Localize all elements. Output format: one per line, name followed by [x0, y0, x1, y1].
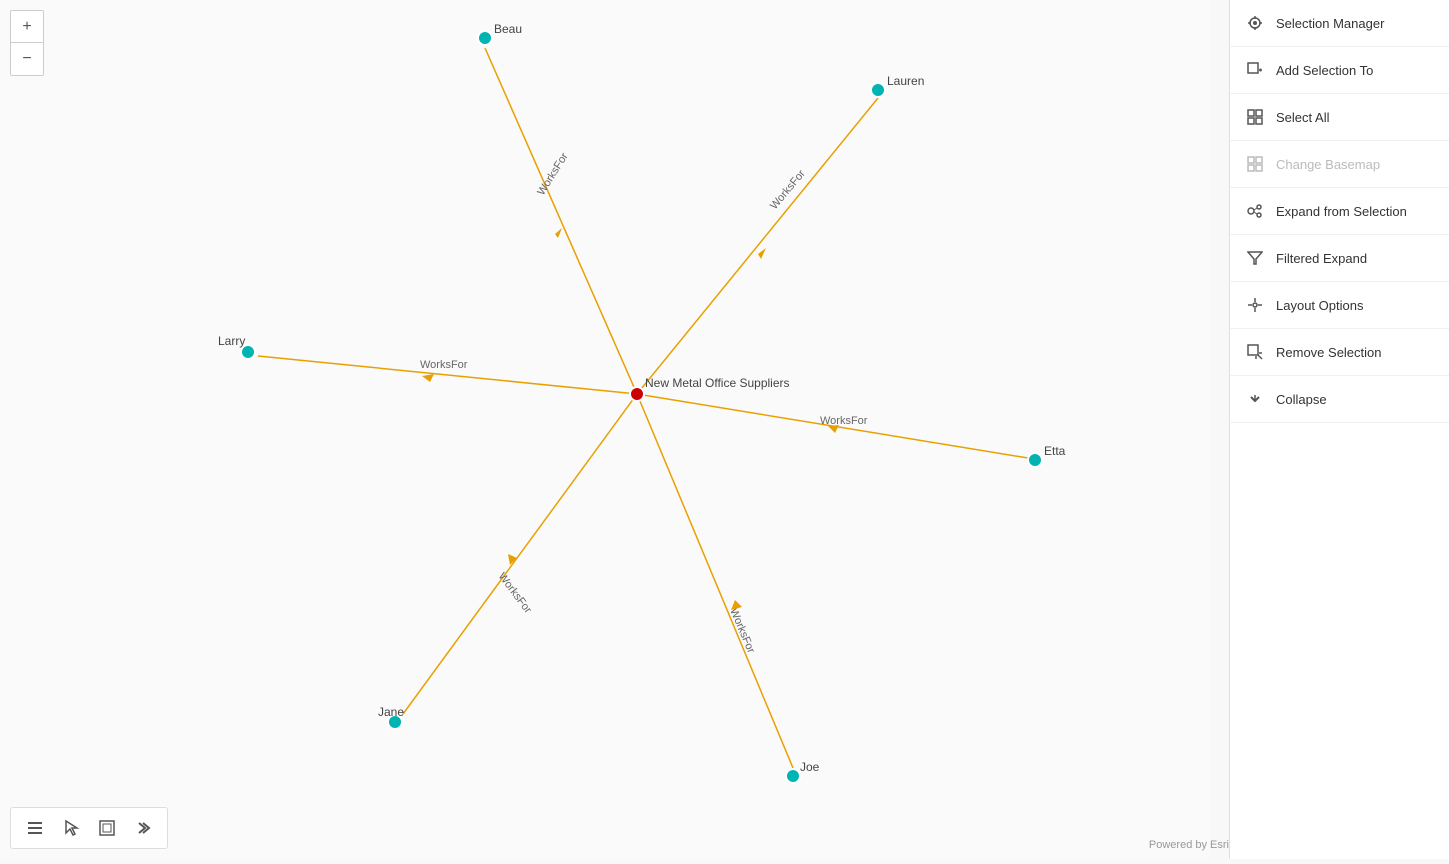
frame-button[interactable]: [91, 812, 123, 844]
edge-label-larry: WorksFor: [420, 359, 468, 371]
remove-selection-label: Remove Selection: [1276, 345, 1382, 360]
graph-svg: WorksFor WorksFor WorksFor WorksFor Work…: [0, 0, 1210, 859]
expand-toolbar-button[interactable]: [127, 812, 159, 844]
edge-jane: [403, 394, 637, 714]
change-basemap-label: Change Basemap: [1276, 157, 1380, 172]
basemap-icon: [1246, 155, 1264, 173]
graph-canvas[interactable]: WorksFor WorksFor WorksFor WorksFor Work…: [0, 0, 1210, 859]
remove-selection-icon: [1246, 343, 1264, 361]
panel-item-add-selection[interactable]: Add Selection To: [1230, 47, 1449, 94]
list-icon: [26, 819, 44, 837]
zoom-in-button[interactable]: +: [11, 11, 43, 43]
filter-icon: [1246, 249, 1264, 267]
arrow-beau: [555, 228, 562, 238]
label-beau: Beau: [494, 22, 522, 36]
node-lauren[interactable]: [871, 83, 885, 97]
center-node-label: New Metal Office Suppliers: [645, 376, 790, 390]
label-jane: Jane: [378, 705, 404, 719]
panel-item-selection-manager[interactable]: Selection Manager: [1230, 0, 1449, 47]
arrow-etta: [828, 425, 839, 433]
select-all-label: Select All: [1276, 110, 1329, 125]
arrow-lauren: [758, 248, 766, 259]
node-joe[interactable]: [786, 769, 800, 783]
layout-options-label: Layout Options: [1276, 298, 1363, 313]
collapse-label: Collapse: [1276, 392, 1327, 407]
selection-manager-label: Selection Manager: [1276, 16, 1384, 31]
label-lauren: Lauren: [887, 74, 924, 88]
edge-label-jane: WorksFor: [496, 571, 534, 616]
right-panel: Selection Manager Add Selection To Selec…: [1229, 0, 1449, 859]
expand-selection-icon: [1246, 202, 1264, 220]
node-beau[interactable]: [478, 31, 492, 45]
node-etta[interactable]: [1028, 453, 1042, 467]
edge-beau: [485, 48, 637, 394]
edge-joe: [637, 394, 793, 768]
panel-item-expand-selection[interactable]: Expand from Selection: [1230, 188, 1449, 235]
center-node[interactable]: [630, 387, 644, 401]
list-view-button[interactable]: [19, 812, 51, 844]
bottom-toolbar: [10, 807, 168, 849]
panel-item-change-basemap: Change Basemap: [1230, 141, 1449, 188]
zoom-controls: + −: [10, 10, 44, 76]
panel-item-select-all[interactable]: Select All: [1230, 94, 1449, 141]
collapse-icon: [1246, 390, 1264, 408]
esri-credit: Powered by Esri: [1149, 839, 1229, 851]
zoom-out-button[interactable]: −: [11, 43, 43, 75]
panel-item-layout-options[interactable]: Layout Options: [1230, 282, 1449, 329]
filtered-expand-label: Filtered Expand: [1276, 251, 1367, 266]
panel-item-collapse[interactable]: Collapse: [1230, 376, 1449, 423]
edge-label-lauren: WorksFor: [768, 168, 808, 212]
arrow-joe: [731, 600, 742, 610]
edge-label-etta: WorksFor: [820, 415, 868, 427]
panel-item-filtered-expand[interactable]: Filtered Expand: [1230, 235, 1449, 282]
expand-selection-label: Expand from Selection: [1276, 204, 1407, 219]
chevron-right-icon: [134, 819, 152, 837]
add-selection-icon: [1246, 61, 1264, 79]
label-etta: Etta: [1044, 444, 1066, 458]
select-all-icon: [1246, 108, 1264, 126]
label-joe: Joe: [800, 760, 820, 774]
arrow-larry: [422, 374, 434, 382]
panel-item-remove-selection[interactable]: Remove Selection: [1230, 329, 1449, 376]
add-selection-label: Add Selection To: [1276, 63, 1373, 78]
select-icon: [62, 819, 80, 837]
label-larry: Larry: [218, 334, 245, 348]
selection-manager-icon: [1246, 14, 1264, 32]
frame-icon: [98, 819, 116, 837]
edge-lauren: [637, 98, 878, 394]
layout-icon: [1246, 296, 1264, 314]
select-tool-button[interactable]: [55, 812, 87, 844]
